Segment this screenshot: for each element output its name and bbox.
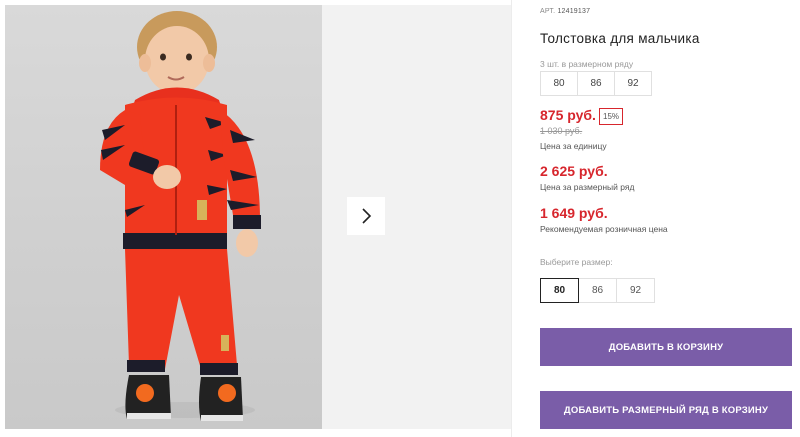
- gallery-next-button[interactable]: [347, 197, 385, 235]
- article-value: 12419137: [557, 8, 591, 15]
- pack-size-list: 80 86 92: [540, 71, 652, 96]
- product-info-panel: АРТ. 12419137 Толстовка для мальчика 3 ш…: [540, 0, 800, 437]
- article-label: АРТ.: [540, 8, 556, 15]
- old-price: 1 030 руб.: [540, 126, 583, 136]
- article-number: АРТ. 12419137: [540, 8, 590, 15]
- unit-price-label: Цена за единицу: [540, 141, 607, 151]
- unit-price: 875 руб.: [540, 107, 596, 123]
- product-gallery: [0, 0, 515, 437]
- pack-size-item: 86: [577, 71, 615, 96]
- size-option-86[interactable]: 86: [578, 278, 617, 303]
- size-selector: 80 86 92: [540, 278, 655, 303]
- recommended-retail-price: 1 649 руб.: [540, 205, 608, 221]
- product-photo[interactable]: [5, 5, 322, 429]
- pack-size-item: 80: [540, 71, 578, 96]
- size-option-92[interactable]: 92: [616, 278, 655, 303]
- column-divider: [511, 0, 512, 437]
- boy-in-red-tracksuit-illustration: [100, 11, 261, 421]
- recommended-retail-price-label: Рекомендуемая розничная цена: [540, 224, 668, 234]
- discount-badge: 15%: [599, 108, 624, 125]
- chevron-right-icon: [362, 208, 372, 224]
- size-option-80[interactable]: 80: [540, 278, 579, 303]
- add-to-cart-button[interactable]: ДОБАВИТЬ В КОРЗИНУ: [540, 328, 792, 366]
- set-price-label: Цена за размерный ряд: [540, 182, 635, 192]
- pack-size-label: 3 шт. в размерном ряду: [540, 59, 634, 69]
- add-size-set-to-cart-button[interactable]: ДОБАВИТЬ РАЗМЕРНЫЙ РЯД В КОРЗИНУ: [540, 391, 792, 429]
- pack-size-item: 92: [614, 71, 652, 96]
- size-select-label: Выберите размер:: [540, 257, 613, 267]
- product-title: Толстовка для мальчика: [540, 31, 700, 46]
- set-price: 2 625 руб.: [540, 163, 608, 179]
